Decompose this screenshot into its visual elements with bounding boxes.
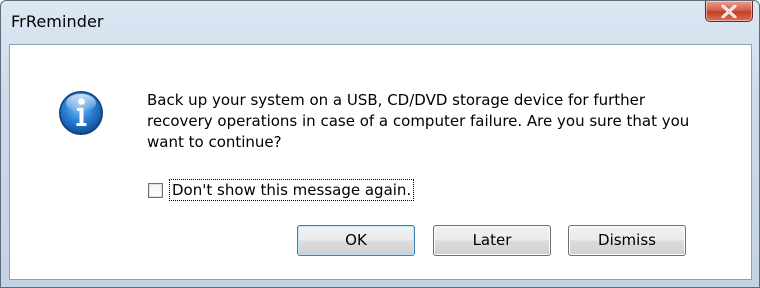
title-bar[interactable]: FrReminder [1, 1, 759, 43]
close-icon [721, 5, 737, 18]
dialog-body: Back up your system on a USB, CD/DVD sto… [9, 44, 752, 280]
ok-button[interactable]: OK [297, 225, 415, 256]
dont-show-again-checkbox[interactable] [148, 182, 163, 198]
later-button[interactable]: Later [433, 225, 551, 256]
dont-show-again-row[interactable]: Don't show this message again. [148, 179, 415, 201]
close-button[interactable] [705, 1, 753, 22]
dialog-message: Back up your system on a USB, CD/DVD sto… [147, 91, 690, 151]
dismiss-button[interactable]: Dismiss [568, 225, 686, 256]
dialog-window: FrReminder Back up your system on a USB,… [0, 0, 760, 288]
window-title: FrReminder [11, 12, 104, 31]
dont-show-again-label[interactable]: Don't show this message again. [168, 179, 415, 201]
info-icon [59, 91, 103, 135]
